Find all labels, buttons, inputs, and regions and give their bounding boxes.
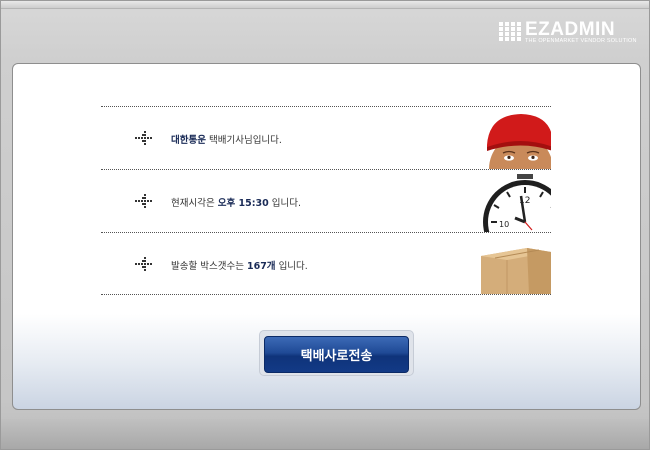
send-button-frame: 택배사로전송 [259,330,414,376]
arrow-bullet-icon [135,257,152,271]
ezadmin-logo: EZADMIN THE OPENMARKET VENDOR SOLUTION [499,19,639,46]
arrow-bullet-icon [135,194,152,208]
logo-tagline: THE OPENMARKET VENDOR SOLUTION [525,38,637,44]
courier-label: 대한통운 택배기사님입니다. [171,132,282,146]
time-value: 오후 15:30 [217,198,269,209]
info-row-boxes: 발송할 박스갯수는 167개 입니다. [101,232,551,295]
svg-text:10: 10 [499,220,509,229]
box-count-label: 발송할 박스갯수는 167개 입니다. [171,258,308,272]
courier-company: 대한통운 [171,135,206,146]
main-panel: 대한통운 택배기사님입니다. 현재시각은 오후 15:30 입니다. 12 10… [12,63,641,410]
top-bar [1,1,649,9]
time-prefix: 현재시각은 [171,198,218,209]
info-row-time: 현재시각은 오후 15:30 입니다. 12 10 [101,169,551,232]
time-label: 현재시각은 오후 15:30 입니다. [171,195,301,209]
courier-suffix: 택배기사님입니다. [205,135,282,146]
info-list: 대한통운 택배기사님입니다. 현재시각은 오후 15:30 입니다. 12 10… [101,106,551,295]
box-count-value: 167개 [246,261,276,272]
courier-face-image [487,114,551,169]
box-image [481,248,551,294]
send-to-courier-button[interactable]: 택배사로전송 [264,336,409,373]
box-count-suffix: 입니다. [275,261,308,272]
clock-image: 12 10 [483,174,551,232]
box-count-prefix: 발송할 박스갯수는 [171,261,247,272]
arrow-bullet-icon [135,131,152,145]
bottom-bar [1,419,649,449]
logo-grid-icon [499,22,521,41]
time-suffix: 입니다. [268,198,302,209]
info-row-courier: 대한통운 택배기사님입니다. [101,106,551,169]
